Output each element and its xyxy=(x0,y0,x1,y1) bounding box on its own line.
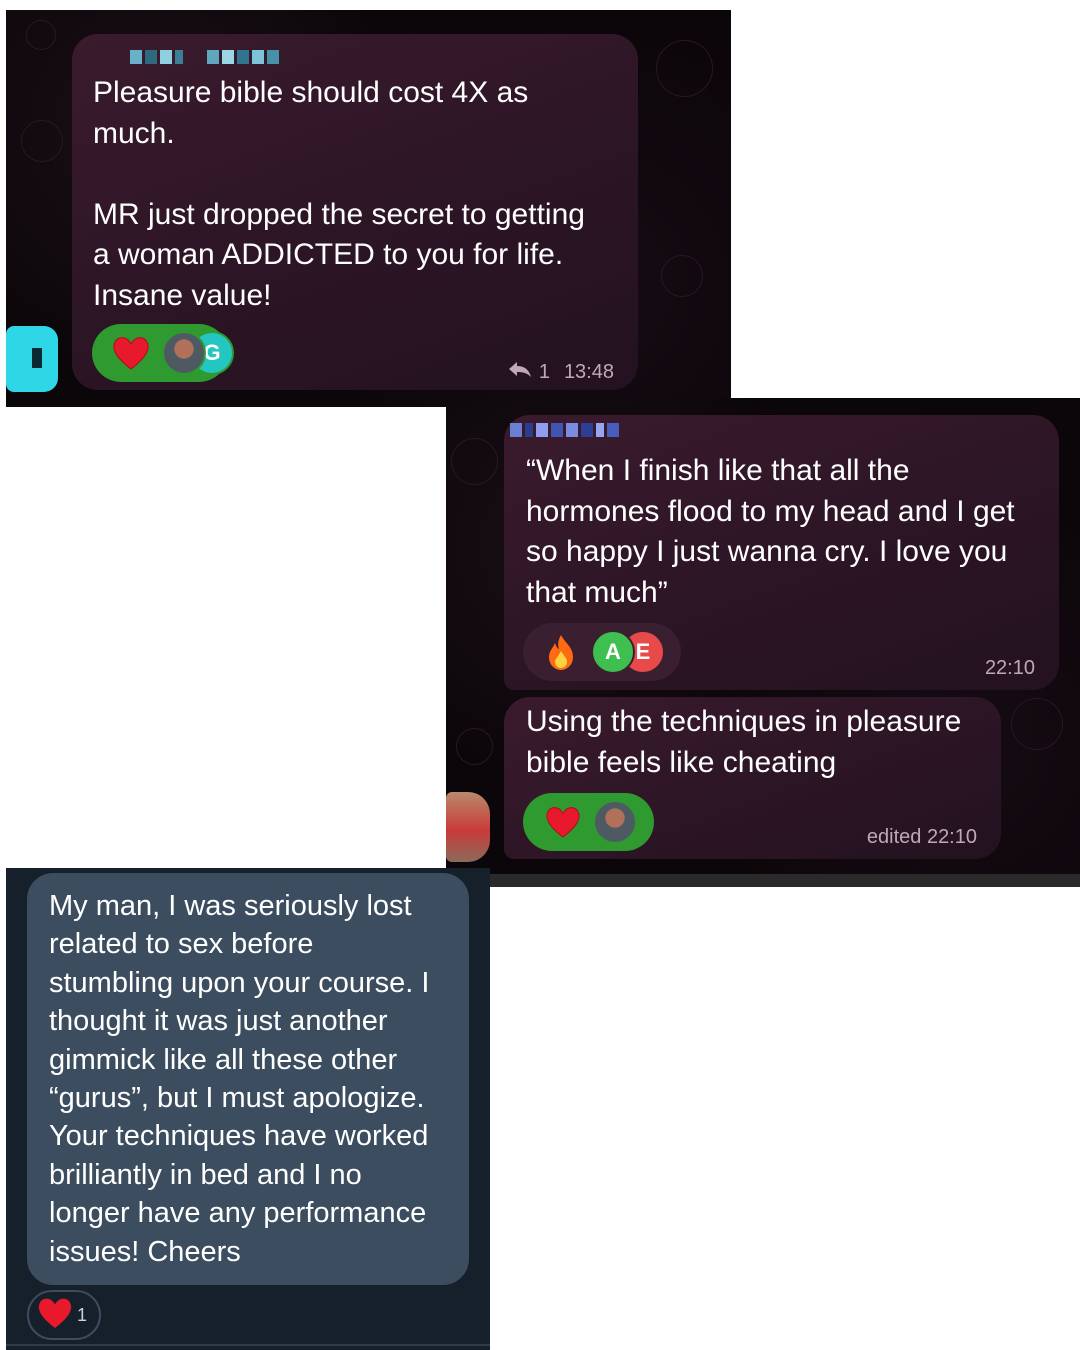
heart-icon xyxy=(112,336,150,370)
screenshot-panel-2: “When I finish like that all the hormone… xyxy=(446,398,1080,887)
background-doodle xyxy=(656,40,713,97)
reactor-avatar xyxy=(162,331,206,375)
reactions-pill[interactable] xyxy=(523,793,654,851)
message-bubble[interactable]: “When I finish like that all the hormone… xyxy=(504,415,1059,690)
screenshot-panel-1: Pleasure bible should cost 4X as much. M… xyxy=(6,10,731,407)
message-time: 22:10 xyxy=(984,657,1035,679)
background-doodle xyxy=(456,728,493,765)
background-doodle xyxy=(661,255,703,297)
message-text: Using the techniques in pleasure bible f… xyxy=(526,705,962,779)
reactor-avatar-initial: A xyxy=(591,630,635,674)
background-doodle xyxy=(26,20,56,50)
message-time-edited: edited 22:10 xyxy=(866,826,977,848)
message-meta: 1 13:48 xyxy=(507,360,614,384)
background-doodle xyxy=(451,438,498,485)
message-text: “When I finish like that all the hormone… xyxy=(526,454,1015,609)
reactions-pill[interactable]: 1 xyxy=(27,1290,101,1340)
sender-name-redacted xyxy=(510,423,619,441)
fire-icon xyxy=(545,633,577,671)
reply-icon xyxy=(507,360,533,384)
reactor-avatar xyxy=(593,800,637,844)
reply-count[interactable]: 1 xyxy=(539,361,550,384)
background-doodle xyxy=(1011,698,1063,750)
reactions-pill[interactable]: A E xyxy=(523,623,681,681)
message-text: My man, I was seriously lost related to … xyxy=(49,890,430,1268)
heart-icon xyxy=(37,1297,73,1334)
sender-avatar[interactable] xyxy=(6,326,58,392)
sender-name-redacted xyxy=(130,50,279,68)
reactions-pill[interactable]: G xyxy=(92,324,234,382)
message-bubble[interactable]: My man, I was seriously lost related to … xyxy=(27,873,469,1285)
message-bubble[interactable]: Using the techniques in pleasure bible f… xyxy=(504,697,1001,859)
bottom-bar xyxy=(486,874,1080,887)
background-doodle xyxy=(21,120,63,162)
screenshot-panel-3: My man, I was seriously lost related to … xyxy=(6,868,490,1350)
divider xyxy=(6,1344,490,1346)
message-bubble[interactable]: Pleasure bible should cost 4X as much. M… xyxy=(72,34,638,390)
reaction-count: 1 xyxy=(77,1304,88,1325)
message-text: Pleasure bible should cost 4X as much. M… xyxy=(93,76,585,312)
sender-avatar[interactable] xyxy=(446,792,490,862)
heart-icon xyxy=(545,806,581,838)
message-time: 13:48 xyxy=(563,360,614,383)
